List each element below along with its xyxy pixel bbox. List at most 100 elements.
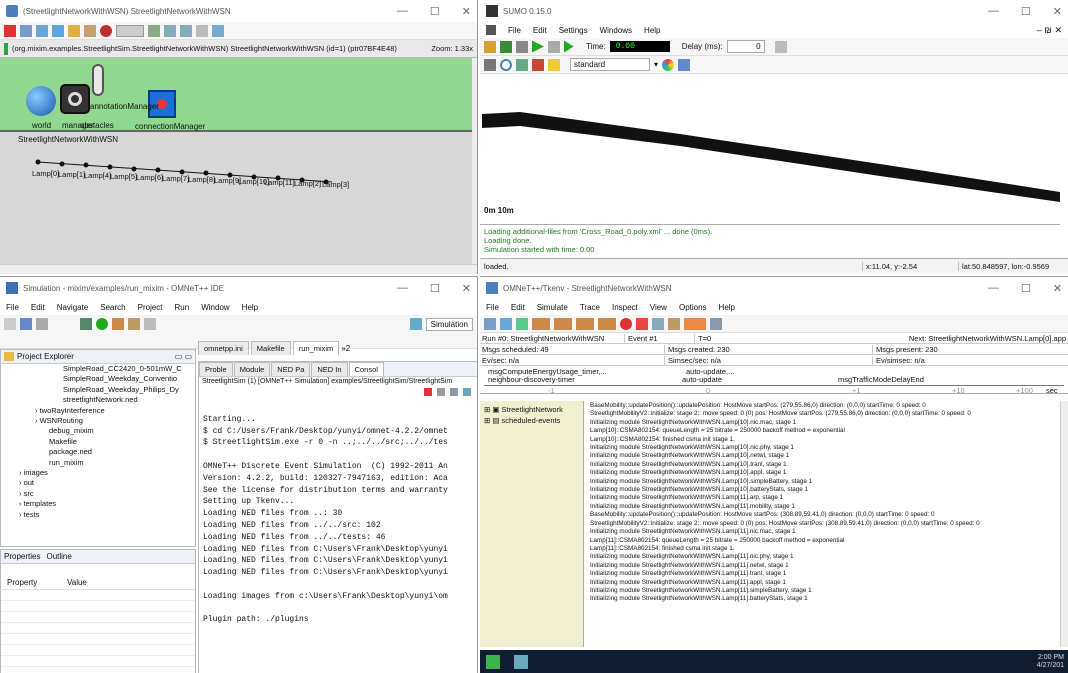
ide-titlebar[interactable]: Simulation - mixim/examples/run_mixim - … [0, 277, 477, 299]
close-icon[interactable]: ✕ [462, 5, 471, 18]
menu-settings[interactable]: Settings [559, 26, 588, 35]
fast-run-icon[interactable] [554, 317, 572, 330]
save-icon[interactable] [20, 318, 32, 330]
minimize-icon[interactable]: — [397, 282, 408, 295]
tree-item[interactable]: run_mixim [5, 458, 195, 468]
tab-ned-parameters[interactable]: NED Pa [271, 362, 311, 376]
minimize-icon[interactable]: — [397, 5, 408, 18]
tree-item[interactable]: › tests [5, 510, 195, 520]
minimize-icon[interactable]: — [988, 5, 999, 18]
tree-item[interactable]: › templates [5, 499, 195, 509]
tree-item[interactable]: › images [5, 468, 195, 478]
timeline-event[interactable]: neighbour-discovery-timer [488, 375, 575, 384]
stop-icon[interactable] [620, 317, 632, 330]
tool-icon[interactable] [652, 317, 664, 330]
horizontal-scrollbar[interactable] [0, 264, 477, 274]
stop-icon[interactable] [548, 40, 560, 53]
tree-node-scheduled[interactable]: ⊞ ▤ scheduled-events [484, 416, 579, 425]
tab-module[interactable]: Module [233, 362, 271, 376]
maximize-icon[interactable]: ☐ [1021, 5, 1031, 18]
manager-module[interactable] [60, 84, 90, 114]
run-icon[interactable] [532, 317, 550, 330]
menu-view[interactable]: View [650, 303, 667, 312]
menu-window[interactable]: Window [201, 303, 229, 312]
image-icon[interactable] [678, 58, 691, 71]
tree-item[interactable]: package.ned [5, 447, 195, 457]
close-icon[interactable]: ✕ [1053, 5, 1062, 18]
tree-item[interactable]: › twoRayInterference [5, 406, 195, 416]
maximize-icon[interactable]: ☐ [1021, 282, 1031, 295]
toolbar-icon[interactable] [148, 24, 160, 37]
tab-makefile[interactable]: Makefile [250, 341, 291, 355]
minimize-icon[interactable]: — [988, 282, 999, 295]
tab-console[interactable]: Consol [348, 362, 384, 376]
menu-edit[interactable]: Edit [533, 26, 547, 35]
tool-icon[interactable] [144, 318, 156, 330]
search-icon[interactable] [500, 58, 512, 71]
clear-icon[interactable] [450, 388, 458, 396]
toolbar-icon[interactable] [20, 24, 32, 37]
play-icon[interactable] [532, 40, 544, 53]
menu-edit[interactable]: Edit [31, 303, 45, 312]
more-tabs[interactable]: »2 [341, 344, 350, 353]
toolbar-icon[interactable] [4, 24, 16, 37]
toolbar-icon[interactable] [52, 24, 64, 37]
taskbar-app-icon[interactable] [514, 654, 528, 669]
open-icon[interactable] [484, 40, 496, 53]
menu-run[interactable]: Run [175, 303, 190, 312]
tree-item[interactable]: debug_mixim [5, 426, 195, 436]
remove-icon[interactable] [437, 388, 445, 396]
color-scheme-select[interactable]: standard [570, 58, 650, 71]
menu-help[interactable]: Help [719, 303, 735, 312]
step-icon[interactable] [564, 40, 574, 53]
world-module[interactable] [26, 86, 56, 116]
tree-item[interactable]: › src [5, 489, 195, 499]
express-run-icon[interactable] [576, 317, 594, 330]
close-icon[interactable]: ✕ [462, 282, 471, 295]
close-icon[interactable]: ✕ [1053, 282, 1062, 295]
tkenv-titlebar[interactable]: OMNeT++/Tkenv - StreetlightNetworkWithWS… [480, 277, 1068, 299]
tree-item[interactable]: SimpleRoad_Weekday_Philips_Dy [5, 385, 195, 395]
until-icon[interactable] [598, 317, 616, 330]
print-icon[interactable] [36, 318, 48, 330]
menu-file[interactable]: File [508, 26, 521, 35]
tool-icon[interactable] [128, 318, 140, 330]
menu-help[interactable]: Help [242, 303, 258, 312]
tree-item[interactable]: › out [5, 478, 195, 488]
tab-problems[interactable]: Proble [199, 362, 233, 376]
mdi-controls[interactable]: – ₪ ✕ [1037, 25, 1062, 36]
perspective-simulation[interactable]: Simulation [425, 318, 473, 331]
toolbar-icon[interactable] [196, 24, 208, 37]
zoom-out-icon[interactable] [180, 24, 192, 37]
tool-icon[interactable] [668, 317, 680, 330]
toolbar-icon[interactable] [84, 24, 96, 37]
menu-navigate[interactable]: Navigate [57, 303, 89, 312]
tool-icon[interactable] [710, 317, 722, 330]
menu-options[interactable]: Options [679, 303, 707, 312]
save-icon[interactable] [500, 317, 512, 330]
sumo-titlebar[interactable]: SUMO 0.15.0 — ☐ ✕ [480, 0, 1068, 22]
window-icon[interactable] [774, 40, 787, 53]
maximize-icon[interactable]: ☐ [430, 282, 440, 295]
open-icon[interactable] [484, 317, 496, 330]
zoom-in-icon[interactable] [164, 24, 176, 37]
tab-outline[interactable]: Outline [46, 552, 71, 561]
debug-icon[interactable] [80, 318, 92, 330]
pin-icon[interactable] [463, 388, 471, 396]
timeline-icon[interactable] [684, 317, 706, 330]
menu-edit[interactable]: Edit [511, 303, 525, 312]
tool-icon[interactable] [112, 318, 124, 330]
menu-file[interactable]: File [6, 303, 19, 312]
log-scrollbar[interactable] [1060, 401, 1068, 647]
tool-icon[interactable] [636, 317, 648, 330]
tree-node-network[interactable]: ⊞ ▣ StreetlightNetwork [484, 405, 579, 414]
menu-search[interactable]: Search [100, 303, 125, 312]
tree-item[interactable]: streetlightNetwork.ned [5, 395, 195, 405]
perspective-icon[interactable] [409, 318, 422, 330]
timeline-event[interactable]: auto-update [682, 375, 722, 384]
menu-inspect[interactable]: Inspect [612, 303, 638, 312]
tree-item[interactable]: SimpleRoad_Weekday_Conventio [5, 374, 195, 384]
toolbar-icon[interactable] [36, 24, 48, 37]
settings-icon[interactable] [516, 40, 528, 53]
menu-trace[interactable]: Trace [580, 303, 600, 312]
